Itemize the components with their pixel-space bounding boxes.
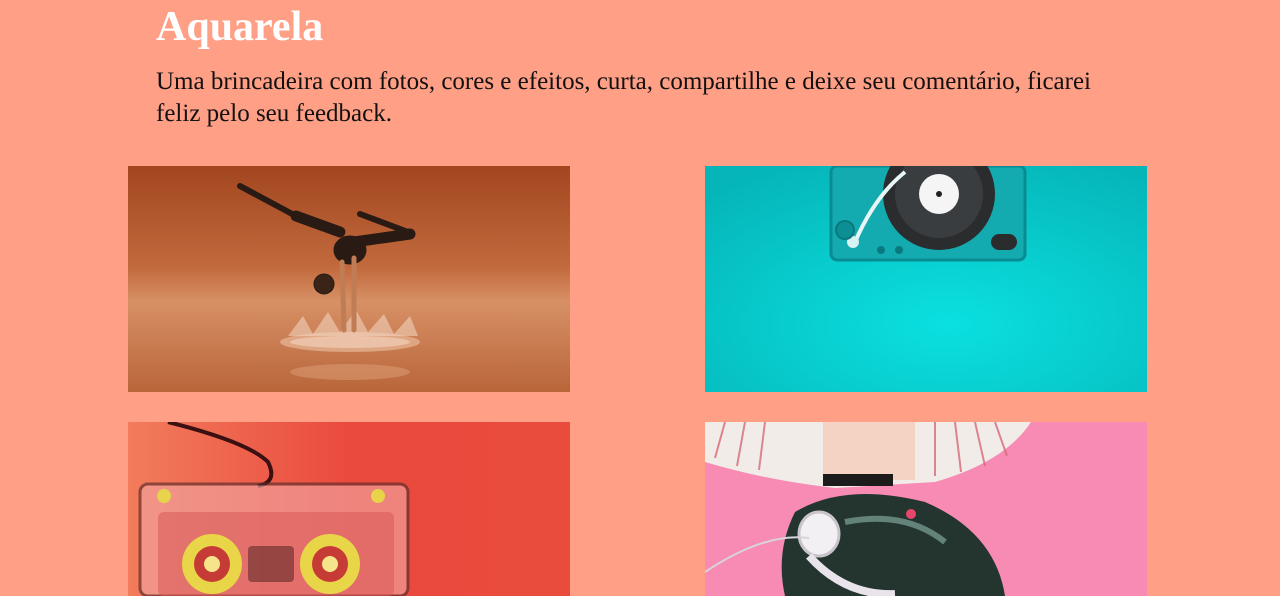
- photo-yoga-dancer[interactable]: [128, 166, 570, 392]
- photo-turntable[interactable]: [705, 166, 1147, 392]
- page-description: Uma brincadeira com fotos, cores e efeit…: [156, 68, 1091, 127]
- turntable-image: [705, 166, 1147, 392]
- headphones-girl-image: [705, 422, 1147, 596]
- yoga-dancer-image: [128, 166, 570, 392]
- photo-cassette[interactable]: [128, 422, 570, 596]
- page: Aquarela Uma brincadeira com fotos, core…: [0, 0, 1280, 596]
- cassette-image: [128, 422, 570, 596]
- page-title: Aquarela: [156, 4, 324, 50]
- photo-headphones-girl[interactable]: [705, 422, 1147, 596]
